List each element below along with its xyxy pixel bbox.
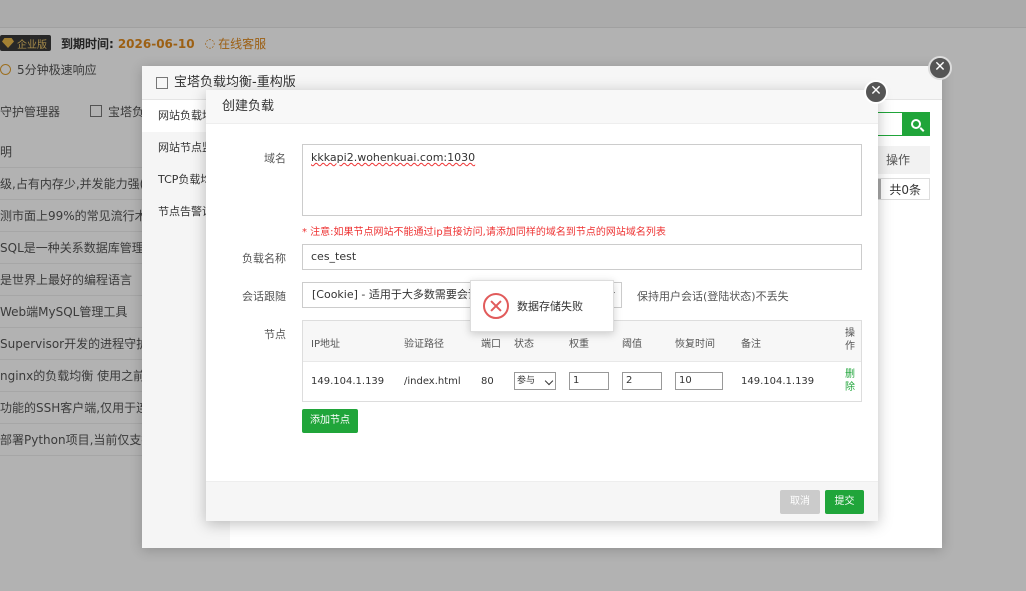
node-recover-input[interactable]: 10 (675, 372, 723, 390)
node-port: 80 (481, 376, 494, 387)
session-hint: 保持用户会话(登陆状态)不丢失 (637, 290, 789, 303)
pager: 共0条 (874, 178, 930, 200)
toast-message: 数据存储失败 (517, 300, 583, 313)
node-path: /index.html (404, 376, 461, 387)
dialog-footer (206, 481, 878, 521)
cancel-button[interactable]: 取消 (780, 490, 820, 514)
th-weight: 权重 (569, 339, 589, 350)
delete-node-link[interactable]: 删除 (845, 368, 857, 394)
close-icon: ✕ (870, 83, 882, 99)
node-weight-input[interactable]: 1 (569, 372, 609, 390)
domain-textarea[interactable]: kkkapi2.wohenkuai.com:1030 (302, 144, 862, 216)
close-icon: ✕ (934, 59, 946, 75)
error-circle-icon (483, 293, 509, 319)
submit-button[interactable]: 提交 (825, 490, 864, 514)
domain-label: 域名 (264, 152, 286, 165)
th-threshold: 阈值 (622, 339, 642, 350)
dialog-title: 创建负载 (206, 90, 878, 124)
node-ip: 149.104.1.139 (311, 376, 385, 387)
th-recover: 恢复时间 (675, 339, 715, 350)
search-icon (911, 119, 921, 129)
dialog-close-button[interactable]: ✕ (864, 80, 888, 104)
search-button[interactable] (902, 112, 930, 136)
domain-note: * 注意:如果节点网站不能通过ip直接访问,请添加同样的域名到节点的网站域名列表 (302, 227, 666, 238)
node-label: 节点 (264, 328, 286, 341)
error-toast: 数据存储失败 (470, 280, 614, 332)
chevron-down-icon (544, 376, 554, 386)
th-ip: IP地址 (311, 339, 340, 350)
add-node-button[interactable]: 添加节点 (302, 409, 358, 433)
node-remark: 149.104.1.139 (741, 376, 815, 387)
session-label: 会话跟随 (242, 290, 286, 303)
tree-icon (156, 76, 168, 89)
table-row: 149.104.1.139 /index.html 80 参与 1 2 10 1… (303, 362, 861, 402)
name-label: 负载名称 (242, 252, 286, 265)
th-path: 验证路径 (404, 339, 444, 350)
node-table: IP地址 验证路径 端口 状态 权重 阈值 恢复时间 备注 操作 149.104… (302, 320, 862, 402)
node-state-select[interactable]: 参与 (514, 372, 556, 390)
node-threshold-input[interactable]: 2 (622, 372, 662, 390)
load-name-input[interactable]: ces_test (302, 244, 862, 270)
th-port: 端口 (481, 339, 501, 350)
th-remark: 备注 (741, 339, 761, 350)
th-op: 操作 (845, 328, 855, 352)
th-state: 状态 (514, 339, 534, 350)
plugin-close-button[interactable]: ✕ (928, 56, 952, 80)
